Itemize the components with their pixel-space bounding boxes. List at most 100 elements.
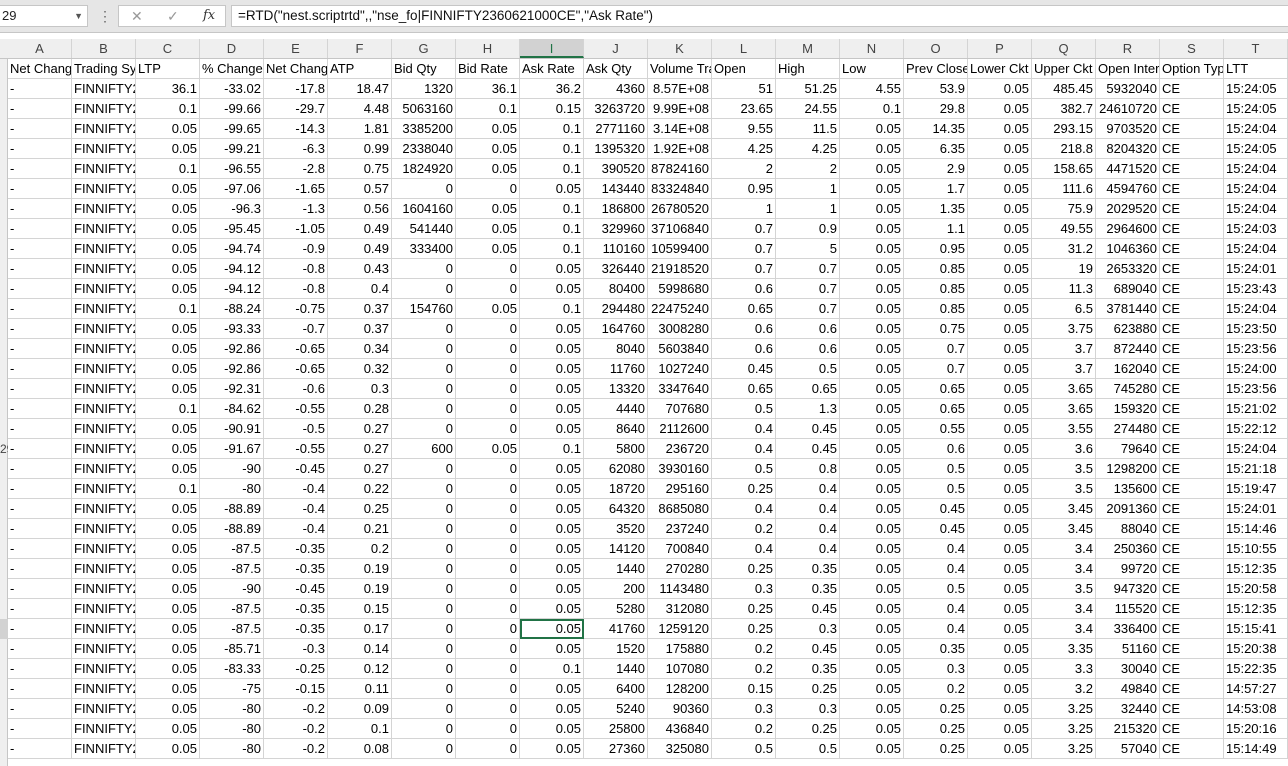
table-cell[interactable]: 0.05 (136, 579, 200, 599)
table-cell[interactable]: FINNIFTY2 (72, 539, 136, 559)
table-cell[interactable]: 3.4 (1032, 619, 1096, 639)
table-cell[interactable]: -80 (200, 739, 264, 759)
table-cell[interactable]: 0.45 (904, 499, 968, 519)
table-cell[interactable]: 390520 (584, 159, 648, 179)
table-cell[interactable]: FINNIFTY2 (72, 219, 136, 239)
table-cell[interactable]: 0.05 (968, 699, 1032, 719)
table-cell[interactable]: 24610720 (1096, 99, 1160, 119)
row-header[interactable] (0, 419, 8, 439)
table-cell[interactable]: 15:14:49 (1224, 739, 1288, 759)
table-cell[interactable]: 0 (456, 559, 520, 579)
table-cell[interactable]: 0.05 (136, 659, 200, 679)
table-cell[interactable]: 312080 (648, 599, 712, 619)
table-cell[interactable]: 0.05 (136, 239, 200, 259)
column-header-t[interactable]: T (1224, 39, 1288, 58)
table-cell[interactable]: 0 (392, 579, 456, 599)
table-cell[interactable]: 79640 (1096, 439, 1160, 459)
table-cell[interactable]: 15:24:01 (1224, 499, 1288, 519)
table-cell[interactable]: 3.5 (1032, 479, 1096, 499)
row-header[interactable] (0, 59, 8, 79)
table-cell[interactable]: -0.3 (264, 639, 328, 659)
table-cell[interactable]: 0.25 (712, 559, 776, 579)
table-cell[interactable]: 0.2 (328, 539, 392, 559)
table-cell[interactable]: 0.05 (840, 279, 904, 299)
table-cell[interactable]: 88040 (1096, 519, 1160, 539)
table-cell[interactable]: 0.2 (712, 519, 776, 539)
table-cell[interactable]: 0.05 (968, 339, 1032, 359)
table-cell[interactable]: 0.05 (968, 219, 1032, 239)
table-cell[interactable]: 0.6 (712, 319, 776, 339)
table-cell[interactable]: 0.7 (712, 239, 776, 259)
table-cell[interactable]: 0.05 (456, 199, 520, 219)
table-cell[interactable]: 0.05 (520, 279, 584, 299)
column-header-q[interactable]: Q (1032, 39, 1096, 58)
table-cell[interactable]: CE (1160, 119, 1224, 139)
table-cell[interactable]: 0.05 (840, 739, 904, 759)
table-cell[interactable]: 0.05 (968, 739, 1032, 759)
table-cell[interactable]: 0.4 (712, 539, 776, 559)
cancel-icon[interactable]: ✕ (131, 6, 143, 26)
table-cell[interactable]: 0.99 (328, 139, 392, 159)
table-cell[interactable]: - (8, 719, 72, 739)
table-cell[interactable]: 0 (392, 719, 456, 739)
table-cell[interactable]: 3.45 (1032, 519, 1096, 539)
table-cell[interactable]: 8040 (584, 339, 648, 359)
table-cell[interactable]: 0.05 (136, 559, 200, 579)
table-cell[interactable]: -83.33 (200, 659, 264, 679)
table-cell[interactable]: 0.4 (776, 499, 840, 519)
table-cell[interactable]: 700840 (648, 539, 712, 559)
table-cell[interactable]: CE (1160, 99, 1224, 119)
table-cell[interactable]: 15:24:04 (1224, 299, 1288, 319)
table-cell[interactable]: 0.05 (968, 199, 1032, 219)
table-cell[interactable]: 11.5 (776, 119, 840, 139)
table-cell[interactable]: 0.05 (136, 739, 200, 759)
table-cell[interactable]: 1440 (584, 559, 648, 579)
table-cell[interactable]: 0.05 (968, 279, 1032, 299)
table-cell[interactable]: 9.99E+08 (648, 99, 712, 119)
table-cell[interactable]: FINNIFTY2 (72, 559, 136, 579)
table-cell[interactable]: 3.7 (1032, 359, 1096, 379)
table-cell[interactable]: 0.7 (904, 339, 968, 359)
table-cell[interactable]: 436840 (648, 719, 712, 739)
table-cell[interactable]: 0.1 (520, 119, 584, 139)
table-cell[interactable]: 0.05 (840, 599, 904, 619)
table-cell[interactable]: CE (1160, 359, 1224, 379)
table-cell[interactable]: - (8, 319, 72, 339)
table-cell[interactable]: 3.5 (1032, 579, 1096, 599)
header-cell-h[interactable]: Bid Rate (456, 59, 520, 79)
table-cell[interactable]: 0.05 (520, 739, 584, 759)
table-cell[interactable]: - (8, 159, 72, 179)
table-cell[interactable]: 83324840 (648, 179, 712, 199)
table-cell[interactable]: 5998680 (648, 279, 712, 299)
table-cell[interactable]: -0.8 (264, 259, 328, 279)
table-cell[interactable]: 1259120 (648, 619, 712, 639)
table-cell[interactable]: CE (1160, 299, 1224, 319)
header-cell-g[interactable]: Bid Qty (392, 59, 456, 79)
table-cell[interactable]: 200 (584, 579, 648, 599)
table-cell[interactable]: 0.75 (904, 319, 968, 339)
table-cell[interactable]: 1.1 (904, 219, 968, 239)
row-header[interactable] (0, 79, 8, 99)
table-cell[interactable]: - (8, 239, 72, 259)
table-cell[interactable]: - (8, 539, 72, 559)
table-cell[interactable]: 1824920 (392, 159, 456, 179)
table-cell[interactable]: 0.6 (712, 339, 776, 359)
table-cell[interactable]: 0.7 (776, 259, 840, 279)
table-cell[interactable]: 0.05 (840, 159, 904, 179)
table-cell[interactable]: 3385200 (392, 119, 456, 139)
table-cell[interactable]: CE (1160, 619, 1224, 639)
table-cell[interactable]: 0 (456, 599, 520, 619)
table-cell[interactable]: 0.05 (840, 639, 904, 659)
table-cell[interactable]: 3.25 (1032, 719, 1096, 739)
column-header-e[interactable]: E (264, 39, 328, 58)
table-cell[interactable]: 0.25 (904, 699, 968, 719)
table-cell[interactable]: -99.21 (200, 139, 264, 159)
table-cell[interactable]: CE (1160, 639, 1224, 659)
table-cell[interactable]: 15:14:46 (1224, 519, 1288, 539)
table-cell[interactable]: 29.8 (904, 99, 968, 119)
table-cell[interactable]: - (8, 459, 72, 479)
table-cell[interactable]: -0.4 (264, 499, 328, 519)
table-cell[interactable]: 0.34 (328, 339, 392, 359)
table-cell[interactable]: 49840 (1096, 679, 1160, 699)
table-cell[interactable]: 0.6 (904, 439, 968, 459)
